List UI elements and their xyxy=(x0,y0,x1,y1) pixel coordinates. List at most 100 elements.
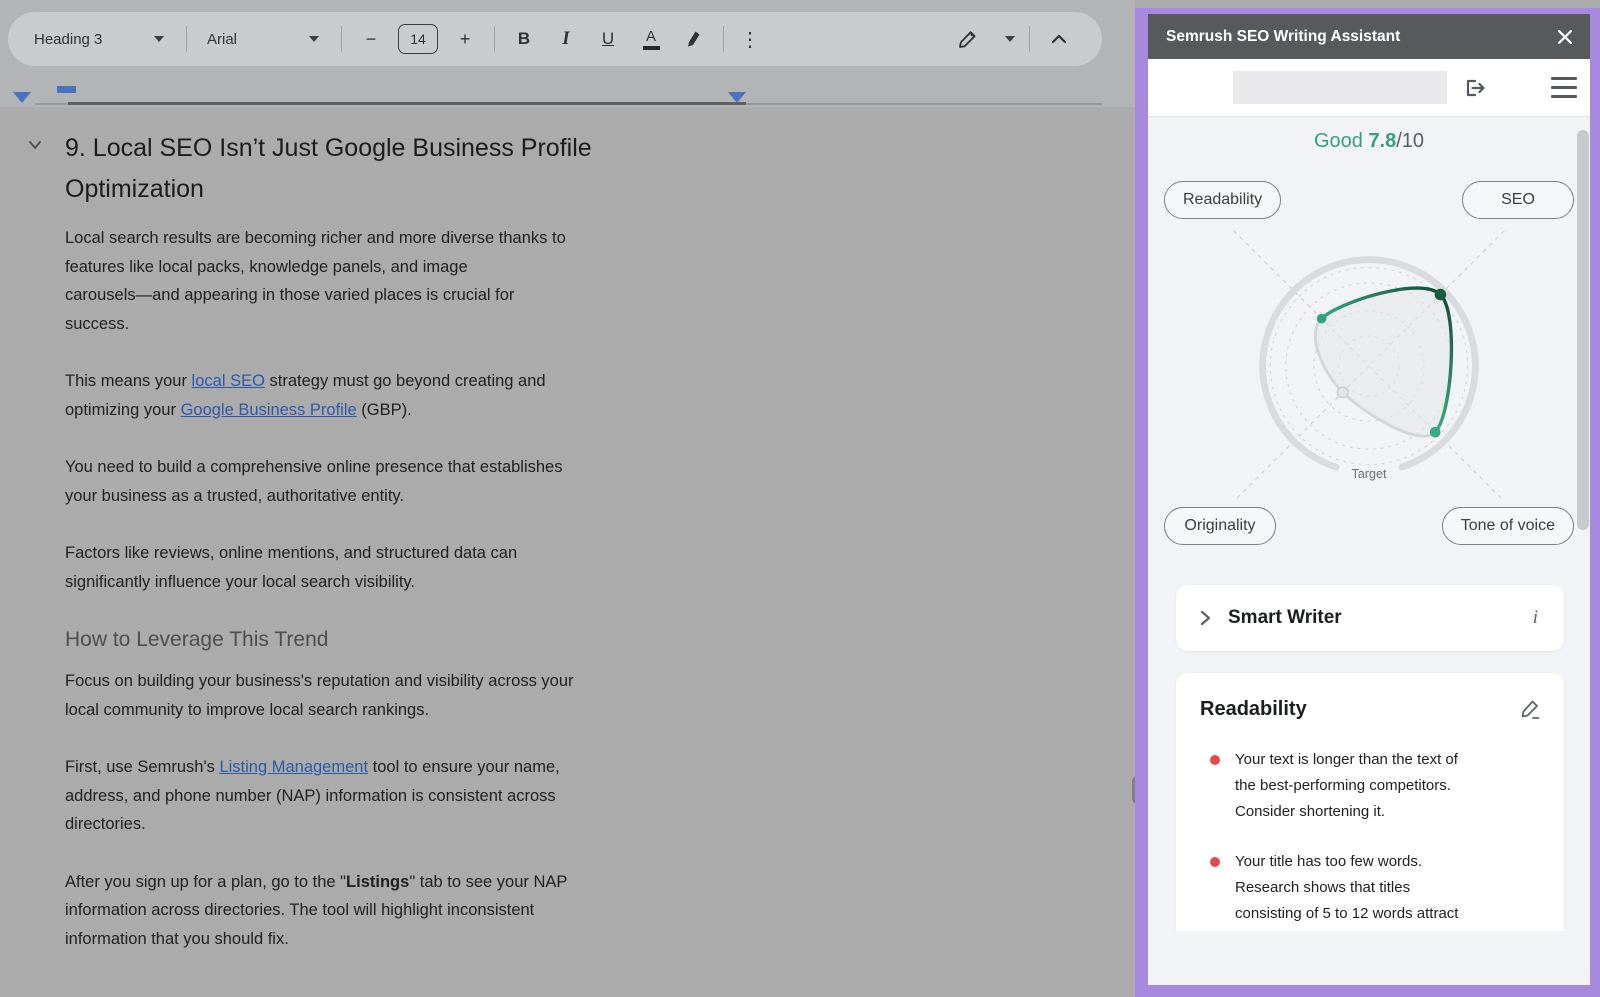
doc-text: This means your xyxy=(65,372,192,390)
document-paragraph: You need to build a comprehensive online… xyxy=(65,453,755,510)
hamburger-icon xyxy=(1551,86,1577,89)
google-docs-area: Heading 3 Arial − 14 + B I U A ⋮ xyxy=(0,0,1135,997)
target-label: Target xyxy=(1352,467,1387,481)
font-size-input[interactable]: 14 xyxy=(398,24,438,54)
chevron-down-icon xyxy=(26,138,44,152)
export-icon xyxy=(1463,76,1489,100)
document-paragraph: Focus on building your business's reputa… xyxy=(65,667,755,724)
text-color-button[interactable]: A xyxy=(629,21,673,57)
tone-of-voice-pill[interactable]: Tone of voice xyxy=(1442,507,1574,545)
score-suffix: /10 xyxy=(1396,130,1424,152)
doc-text: You need to build a comprehensive online… xyxy=(65,458,562,505)
menu-button[interactable] xyxy=(1551,77,1577,98)
toolbar-divider xyxy=(1029,26,1030,52)
increase-font-size-button[interactable]: + xyxy=(444,21,486,57)
doc-link[interactable]: Listing Management xyxy=(219,758,368,776)
panel-title: Semrush SEO Writing Assistant xyxy=(1166,28,1556,46)
doc-text: (GBP). xyxy=(357,401,412,419)
readability-issues-list: Your text is longer than the text of the… xyxy=(1200,747,1542,931)
issue-text: Your text is longer than the text of the… xyxy=(1235,747,1458,825)
document-paragraph: Local search results are becoming richer… xyxy=(65,224,755,338)
chevron-down-icon xyxy=(154,36,164,42)
panel-scrollbar-thumb[interactable] xyxy=(1577,130,1589,530)
chevron-right-icon[interactable] xyxy=(1198,609,1212,627)
decrease-font-size-button[interactable]: − xyxy=(350,21,392,57)
metric-pills-top-row: Readability SEO xyxy=(1148,181,1590,219)
toolbar-divider xyxy=(341,26,342,52)
score-value: 7.8 xyxy=(1368,130,1396,152)
doc-text: After you sign up for a plan, go to the … xyxy=(65,873,346,891)
radar-point-readability xyxy=(1317,314,1327,324)
ruler-line xyxy=(746,103,1102,105)
highlighter-icon xyxy=(684,29,704,49)
font-family-value: Arial xyxy=(207,31,237,48)
paragraph-style-selector[interactable]: Heading 3 xyxy=(26,21,178,57)
doc-bold-text: Listings xyxy=(346,873,409,891)
info-icon[interactable]: i xyxy=(1529,607,1542,629)
docs-toolbar: Heading 3 Arial − 14 + B I U A ⋮ xyxy=(8,12,1102,66)
doc-link[interactable]: local SEO xyxy=(192,372,265,390)
hamburger-icon xyxy=(1551,77,1577,80)
paragraph-style-value: Heading 3 xyxy=(34,31,102,48)
hide-menus-button[interactable] xyxy=(1038,21,1080,57)
text-color-swatch xyxy=(643,46,660,50)
metric-pills-bottom-row: Originality Tone of voice xyxy=(1148,507,1590,545)
ruler-margin-line xyxy=(68,102,746,105)
document-paragraphs: Local search results are becoming richer… xyxy=(65,224,755,953)
underline-button[interactable]: U xyxy=(587,21,629,57)
radar-point-originality xyxy=(1337,387,1348,398)
smart-writer-title: Smart Writer xyxy=(1228,607,1529,629)
more-toolbar-options-button[interactable]: ⋮ xyxy=(732,21,768,57)
document-paragraph: This means your local SEO strategy must … xyxy=(65,367,755,424)
heading-collapse-toggle[interactable] xyxy=(26,138,44,152)
doc-text: First, use Semrush's xyxy=(65,758,219,776)
doc-text: Local search results are becoming richer… xyxy=(65,229,566,333)
radar-point-tone-of-voice xyxy=(1430,427,1441,438)
document-body: 9. Local SEO Isn’t Just Google Business … xyxy=(65,128,755,982)
text-color-letter: A xyxy=(646,29,656,44)
score-blob xyxy=(1315,288,1451,437)
document-paragraph: First, use Semrush's Listing Management … xyxy=(65,753,755,839)
chevron-up-icon xyxy=(1049,32,1069,46)
chevron-down-icon xyxy=(1005,36,1015,42)
readability-pill[interactable]: Readability xyxy=(1164,181,1281,219)
doc-text: Focus on building your business's reputa… xyxy=(65,672,574,719)
issue-bullet-dot xyxy=(1210,857,1220,867)
export-button[interactable] xyxy=(1463,76,1489,100)
left-indent-marker[interactable] xyxy=(13,92,31,103)
edit-pencil-icon[interactable] xyxy=(1518,697,1542,721)
pencil-edit-mode-icon xyxy=(957,29,978,50)
highlight-color-button[interactable] xyxy=(673,21,715,57)
score-radar-chart: Target xyxy=(1148,221,1590,511)
readability-card: Readability Your text is longer than the… xyxy=(1176,673,1564,931)
radar-svg: Target xyxy=(1199,221,1539,511)
originality-pill[interactable]: Originality xyxy=(1164,507,1276,545)
panel-toolbar xyxy=(1148,59,1590,117)
font-family-selector[interactable]: Arial xyxy=(195,21,333,57)
doc-text: How to Leverage This Trend xyxy=(65,628,328,651)
overall-score: Good 7.8/10 xyxy=(1148,130,1590,153)
first-line-indent-marker[interactable] xyxy=(57,86,76,93)
right-indent-marker[interactable] xyxy=(728,92,746,103)
bold-button[interactable]: B xyxy=(503,21,545,57)
document-paragraph: After you sign up for a plan, go to the … xyxy=(65,868,755,954)
italic-button[interactable]: I xyxy=(545,21,587,57)
doc-link[interactable]: Google Business Profile xyxy=(181,401,357,419)
keywords-input-placeholder[interactable] xyxy=(1233,71,1447,104)
document-heading: 9. Local SEO Isn’t Just Google Business … xyxy=(65,128,755,210)
smart-writer-card[interactable]: Smart Writer i xyxy=(1176,585,1564,651)
seo-pill[interactable]: SEO xyxy=(1462,181,1574,219)
toolbar-divider xyxy=(186,26,187,52)
toolbar-divider xyxy=(494,26,495,52)
document-subheading: How to Leverage This Trend xyxy=(65,625,755,655)
semrush-seo-writing-assistant-panel: Semrush SEO Writing Assistant Good 7.8/1… xyxy=(1135,8,1600,997)
readability-issue-item: Your text is longer than the text of the… xyxy=(1200,747,1542,825)
chevron-down-icon xyxy=(309,36,319,42)
doc-text: Factors like reviews, online mentions, a… xyxy=(65,544,517,591)
toolbar-divider xyxy=(723,26,724,52)
radar-point-seo xyxy=(1435,289,1447,301)
issue-bullet-dot xyxy=(1210,755,1220,765)
close-icon[interactable] xyxy=(1556,28,1574,46)
readability-issue-item: Your title has too few words. Research s… xyxy=(1200,849,1542,931)
editing-mode-selector[interactable] xyxy=(951,21,1021,57)
